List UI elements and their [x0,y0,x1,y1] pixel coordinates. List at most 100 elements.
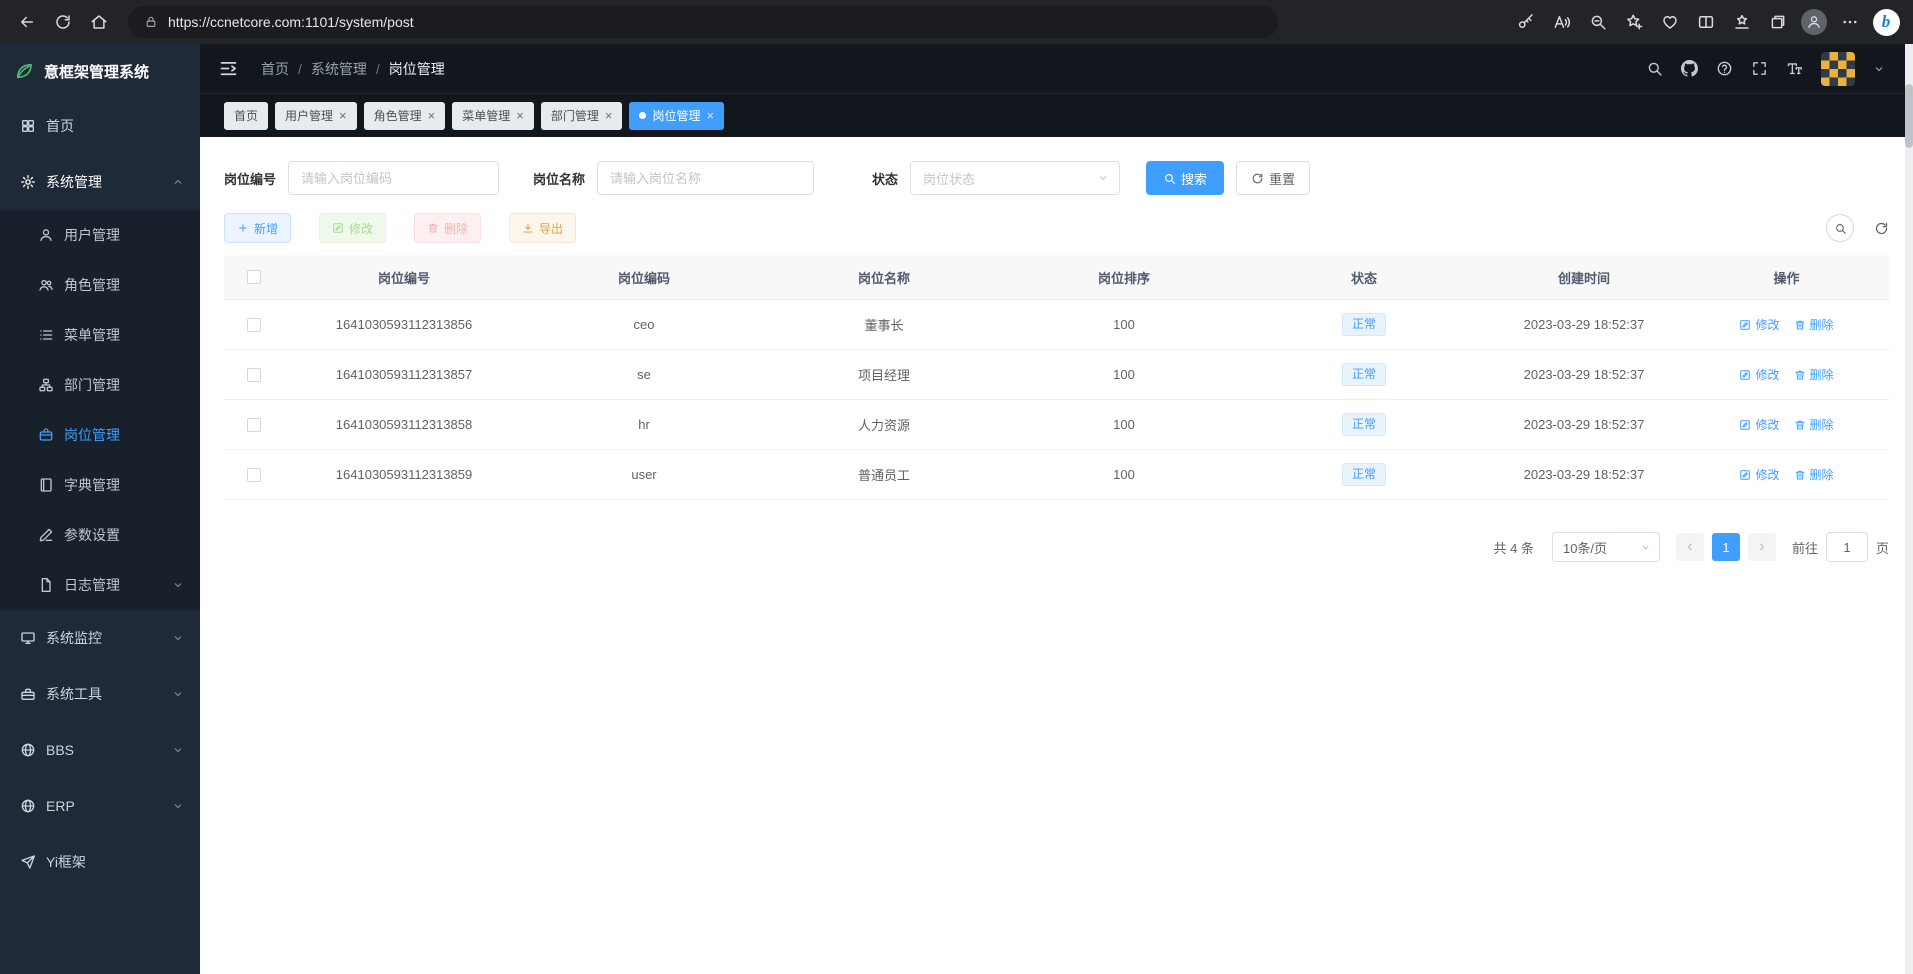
gear-icon [20,174,36,190]
breadcrumb-item[interactable]: 系统管理 [311,59,367,79]
user-avatar[interactable] [1821,52,1855,86]
browser-essentials-button[interactable] [1653,5,1687,39]
back-button[interactable] [10,5,44,39]
sidebar-item-user-management[interactable]: 用户管理 [0,210,200,260]
post-sort: 100 [1113,317,1135,332]
row-edit-link[interactable]: 修改 [1739,366,1779,383]
more-options-button[interactable] [1833,5,1867,39]
row-delete-link[interactable]: 删除 [1794,316,1834,333]
breadcrumb-item-current: 岗位管理 [389,59,445,79]
collections-button[interactable] [1761,5,1795,39]
page-scrollbar[interactable] [1905,44,1913,974]
row-delete-link[interactable]: 删除 [1794,466,1834,483]
chevron-down-icon [172,800,184,812]
github-icon[interactable] [1681,60,1698,77]
briefcase-icon [38,427,54,443]
row-checkbox[interactable] [247,318,261,332]
sidebar-item-dept-management[interactable]: 部门管理 [0,360,200,410]
tab-item[interactable]: 部门管理× [541,102,623,130]
tab-item[interactable]: 菜单管理 × [452,102,534,130]
sidebar-item-bbs[interactable]: BBS [0,722,200,778]
search-button[interactable]: 搜索 [1146,161,1224,195]
chevron-down-icon[interactable] [1873,63,1885,75]
next-page-button[interactable]: › [1748,533,1776,561]
page-unit-label: 页 [1876,538,1889,557]
goto-label: 前往 [1792,538,1818,557]
post-id: 1641030593112313857 [336,367,472,382]
row-checkbox[interactable] [247,368,261,382]
prev-page-button[interactable]: ‹ [1676,533,1704,561]
tab-label: 菜单管理 [462,107,510,124]
sidebar-item-label: 系统工具 [46,684,102,704]
toggle-search-button[interactable] [1826,214,1854,242]
help-icon[interactable] [1716,60,1733,77]
sidebar: 意框架管理系统 首页系统管理用户管理角色管理菜单管理部门管理岗位管理字典管理参数… [0,44,200,974]
post-code-input[interactable] [288,161,499,195]
sidebar-item-system-tools[interactable]: 系统工具 [0,666,200,722]
home-button[interactable] [82,5,116,39]
saved-passwords-button[interactable] [1509,5,1543,39]
breadcrumb-item[interactable]: 首页 [261,59,289,79]
add-button[interactable]: 新增 [224,213,291,243]
copilot-button[interactable]: b [1869,5,1903,39]
refresh-table-button[interactable] [1874,221,1889,236]
zoom-button[interactable] [1581,5,1615,39]
tab-close-icon[interactable]: × [339,109,347,122]
tab-close-icon[interactable]: × [516,109,524,122]
sidebar-item-menu-management[interactable]: 菜单管理 [0,310,200,360]
row-delete-link[interactable]: 删除 [1794,416,1834,433]
read-aloud-button[interactable] [1545,5,1579,39]
row-edit-link[interactable]: 修改 [1739,416,1779,433]
sidebar-item-dict-management[interactable]: 字典管理 [0,460,200,510]
sidebar-item-yi-framework[interactable]: Yi框架 [0,834,200,890]
row-checkbox[interactable] [247,468,261,482]
post-sort: 100 [1113,417,1135,432]
tab-close-icon[interactable]: × [706,109,714,122]
menu-fold-icon[interactable] [218,58,239,79]
split-screen-button[interactable] [1689,5,1723,39]
favorites-button[interactable] [1725,5,1759,39]
trash-icon [1794,369,1806,381]
add-favorite-button[interactable] [1617,5,1651,39]
fullscreen-icon[interactable] [1751,60,1768,77]
tab-item[interactable]: 首页 [224,102,268,130]
address-bar[interactable]: https://ccnetcore.com:1101/system/post [128,6,1278,38]
sidebar-item-role-management[interactable]: 角色管理 [0,260,200,310]
tab-item[interactable]: 角色管理× [364,102,446,130]
sidebar-item-post-management[interactable]: 岗位管理 [0,410,200,460]
sidebar-item-erp[interactable]: ERP [0,778,200,834]
page-size-select[interactable]: 10条/页 [1552,532,1660,562]
refresh-button[interactable] [46,5,80,39]
table-toolbar: 新增 修改 删除 导出 [224,213,1889,243]
current-page-button[interactable]: 1 [1712,533,1740,561]
tab-close-icon[interactable]: × [605,109,613,122]
goto-page-input[interactable] [1826,532,1868,562]
sidebar-item-system-monitor[interactable]: 系统监控 [0,610,200,666]
reset-button[interactable]: 重置 [1236,161,1310,195]
tab-item-active[interactable]: 岗位管理× [629,102,724,130]
sidebar-item-param-settings[interactable]: 参数设置 [0,510,200,560]
row-delete-link[interactable]: 删除 [1794,366,1834,383]
edit-button[interactable]: 修改 [319,213,386,243]
row-checkbox[interactable] [247,418,261,432]
sidebar-item-label: 用户管理 [64,225,120,245]
tab-close-icon[interactable]: × [428,109,436,122]
sidebar-item-home[interactable]: 首页 [0,98,200,154]
post-name-input[interactable] [597,161,814,195]
export-button[interactable]: 导出 [509,213,576,243]
row-edit-link[interactable]: 修改 [1739,316,1779,333]
profile-button[interactable] [1797,5,1831,39]
delete-button[interactable]: 删除 [414,213,481,243]
status-select[interactable]: 岗位状态 [910,161,1120,195]
scrollbar-thumb[interactable] [1905,84,1913,148]
row-edit-link[interactable]: 修改 [1739,466,1779,483]
tab-item[interactable]: 用户管理× [275,102,357,130]
select-all-checkbox[interactable] [247,270,261,284]
sidebar-item-system-management[interactable]: 系统管理 [0,154,200,210]
table-body: 1641030593112313856ceo董事长100正常2023-03-29… [224,300,1889,500]
search-icon[interactable] [1646,60,1663,77]
sidebar-item-log-management[interactable]: 日志管理 [0,560,200,610]
chevron-down-icon [172,579,184,591]
font-size-icon[interactable] [1786,60,1803,77]
url-text: https://ccnetcore.com:1101/system/post [168,14,414,30]
